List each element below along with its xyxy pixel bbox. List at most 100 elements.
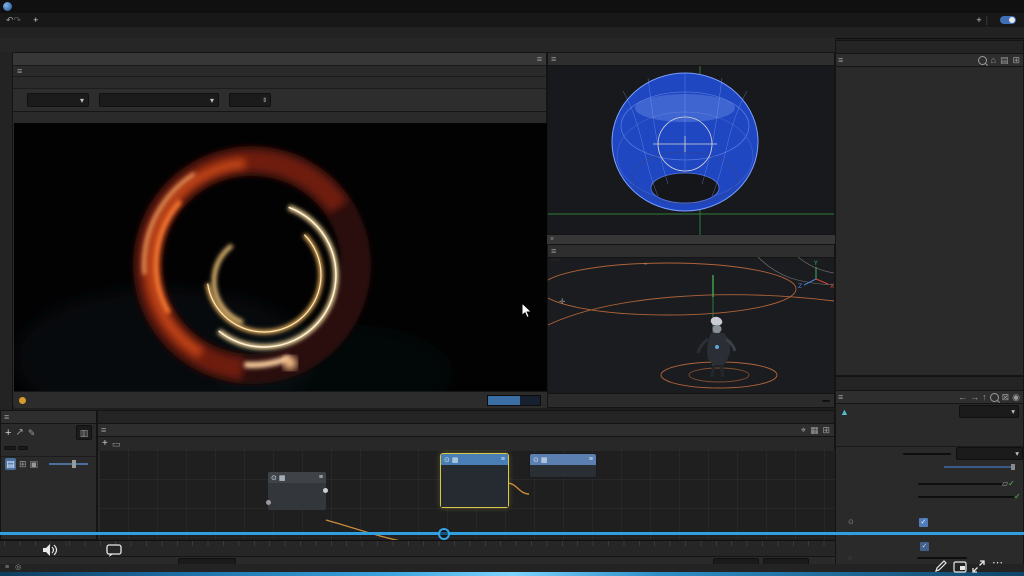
video-progress-knob[interactable]: [438, 528, 450, 540]
node-standard-material[interactable]: ⊙▦≡: [440, 453, 509, 508]
delete-layer-button[interactable]: ▥: [76, 425, 92, 440]
renderview-menubar: [13, 77, 546, 89]
viewport-top-canvas[interactable]: [548, 66, 834, 235]
redo-icon[interactable]: ↷: [14, 14, 22, 26]
progress-bar: [487, 395, 541, 406]
assign-layer-icon[interactable]: ↗: [15, 427, 23, 439]
keyframe-circle-icon[interactable]: ○: [848, 555, 852, 562]
render-pass-dropdown[interactable]: ▾: [27, 93, 89, 107]
viewport-burger-icon[interactable]: ≡: [551, 245, 556, 257]
viewport-persp: ≡ ⌁ ✛: [547, 244, 835, 408]
title-bar: [0, 0, 1024, 13]
alembic-path-input[interactable]: [918, 483, 1002, 485]
home-icon[interactable]: ⌂: [991, 54, 996, 66]
timeline-ruler[interactable]: [0, 540, 835, 557]
node-canvas[interactable]: ⊙▦≡ ⊙▦≡ ⊙▦≡: [99, 450, 835, 540]
use-animation-checkbox[interactable]: ✓: [919, 518, 928, 527]
sds-slider[interactable]: [944, 466, 1015, 468]
record-icon[interactable]: ◉: [1012, 391, 1020, 403]
viewport-top: ≡: [547, 52, 835, 235]
preset-dropdown[interactable]: ▾: [959, 405, 1019, 418]
forward-icon[interactable]: →: [970, 391, 979, 403]
layout-toggle[interactable]: [1000, 16, 1016, 24]
annotate-pencil-icon[interactable]: [934, 560, 948, 573]
player-more-icon[interactable]: ⋯: [992, 556, 1004, 569]
add-document-tab-icon[interactable]: +: [33, 14, 38, 26]
renderview-toolbar: ▾ ▾ ⇕: [13, 89, 546, 112]
add-node-icon[interactable]: +: [102, 438, 108, 450]
attr-burger-icon[interactable]: ≡: [838, 391, 843, 403]
scale-unit-dropdown[interactable]: ▾: [956, 447, 1023, 460]
tab-bar: ↶ ↷ + + |: [0, 13, 1024, 28]
subtitle-toggle-icon[interactable]: [106, 543, 122, 557]
volume-icon[interactable]: [42, 543, 58, 557]
object-manager-tabs: [836, 41, 1023, 54]
detail-view-icon[interactable]: ▣: [30, 458, 39, 470]
filter-icon[interactable]: ▤: [1000, 54, 1009, 66]
back-icon[interactable]: ←: [958, 391, 967, 403]
render-slot-dropdown[interactable]: ▾: [99, 93, 219, 107]
alembic-icon: ▲: [840, 407, 849, 417]
scale-input[interactable]: [903, 453, 951, 455]
layer-burger-icon[interactable]: ≡: [4, 411, 9, 423]
bottom-accent-bar: [0, 572, 1024, 576]
input-port[interactable]: [266, 500, 271, 505]
node-output[interactable]: ⊙▦ ≡: [529, 453, 597, 478]
node-type-icon: ⊙: [271, 474, 277, 482]
picture-in-picture-icon[interactable]: [953, 561, 967, 573]
node-type-icon: ⊙: [533, 456, 539, 464]
search-icon[interactable]: [990, 393, 999, 402]
layer-zoom-slider[interactable]: [49, 463, 88, 465]
pick-layer-icon[interactable]: ✎: [28, 427, 36, 439]
grid-view-icon[interactable]: ⊞: [19, 458, 27, 470]
list-view-icon[interactable]: ▤: [5, 458, 16, 470]
renderview-panel-menu-icon[interactable]: ≡: [537, 53, 542, 65]
node-menu-icon[interactable]: ≡: [589, 456, 593, 463]
node-menu-icon[interactable]: ≡: [319, 474, 323, 481]
lock-icon[interactable]: ⊠: [1002, 391, 1010, 403]
object-tree: [836, 67, 1023, 378]
keyframe-circle-icon[interactable]: ⊙: [848, 518, 854, 526]
id-valid-check-icon: ✓: [1014, 492, 1021, 501]
svg-text:Z: Z: [798, 283, 802, 290]
search-icon[interactable]: [978, 56, 987, 65]
object-identifier-input[interactable]: [918, 496, 1014, 498]
node-preview-icon: ▦: [541, 456, 548, 464]
target-icon[interactable]: ⌖: [801, 424, 806, 436]
material-folder-icon[interactable]: ▭: [112, 438, 121, 450]
add-layout-icon[interactable]: +: [976, 14, 981, 26]
node-menu-icon[interactable]: ≡: [501, 456, 505, 463]
node-abs[interactable]: ⊙▦≡: [268, 470, 326, 510]
grid-icon[interactable]: ▦: [810, 424, 819, 436]
viewport-persp-canvas[interactable]: YZX: [548, 257, 834, 394]
out-port[interactable]: [323, 488, 328, 493]
svg-text:Y: Y: [813, 260, 818, 267]
warning-dot-icon: [19, 397, 26, 404]
fullscreen-icon[interactable]: [972, 560, 985, 573]
viewport-close-icon[interactable]: ×: [550, 235, 554, 244]
undo-icon[interactable]: ↶: [6, 14, 14, 26]
new-window-icon[interactable]: ⊞: [1012, 54, 1020, 66]
renderview-burger-icon[interactable]: ≡: [17, 65, 22, 77]
up-icon[interactable]: ↑: [982, 391, 987, 403]
add-layer-icon[interactable]: +: [5, 427, 11, 439]
filter-no-layer-button[interactable]: [18, 446, 28, 450]
object-manager-panel: ≡ ⌂ ▤ ⊞: [835, 40, 1024, 376]
cinema4d-window: ↶ ↷ + + | ≡ ≡ ▾ ▾ ⇕: [0, 0, 1024, 576]
new-window-icon[interactable]: ⊞: [822, 424, 830, 436]
interpolation-checkbox[interactable]: ✓: [920, 542, 929, 551]
filter-all-button[interactable]: [4, 446, 16, 450]
viewport-burger-icon[interactable]: ≡: [551, 53, 556, 65]
video-progress-bar[interactable]: [0, 532, 1024, 535]
renderview-zoom-field[interactable]: ⇕: [229, 93, 271, 107]
om-burger-icon[interactable]: ≡: [838, 54, 843, 66]
c4d-logo-icon: [3, 2, 12, 11]
node-preview-icon: ▦: [452, 456, 459, 464]
render-image[interactable]: [14, 123, 547, 407]
rendered-ring-art: [14, 123, 547, 407]
offset-input[interactable]: [917, 557, 967, 559]
chevron-down-icon: ▾: [1015, 449, 1019, 458]
ne-burger-icon[interactable]: ≡: [101, 424, 106, 436]
attribute-manager-panel: ≡ ←→↑ ⊠◉ ▲ ▾ ▾ ○: [835, 376, 1024, 576]
chevron-down-icon: ▾: [80, 96, 84, 105]
